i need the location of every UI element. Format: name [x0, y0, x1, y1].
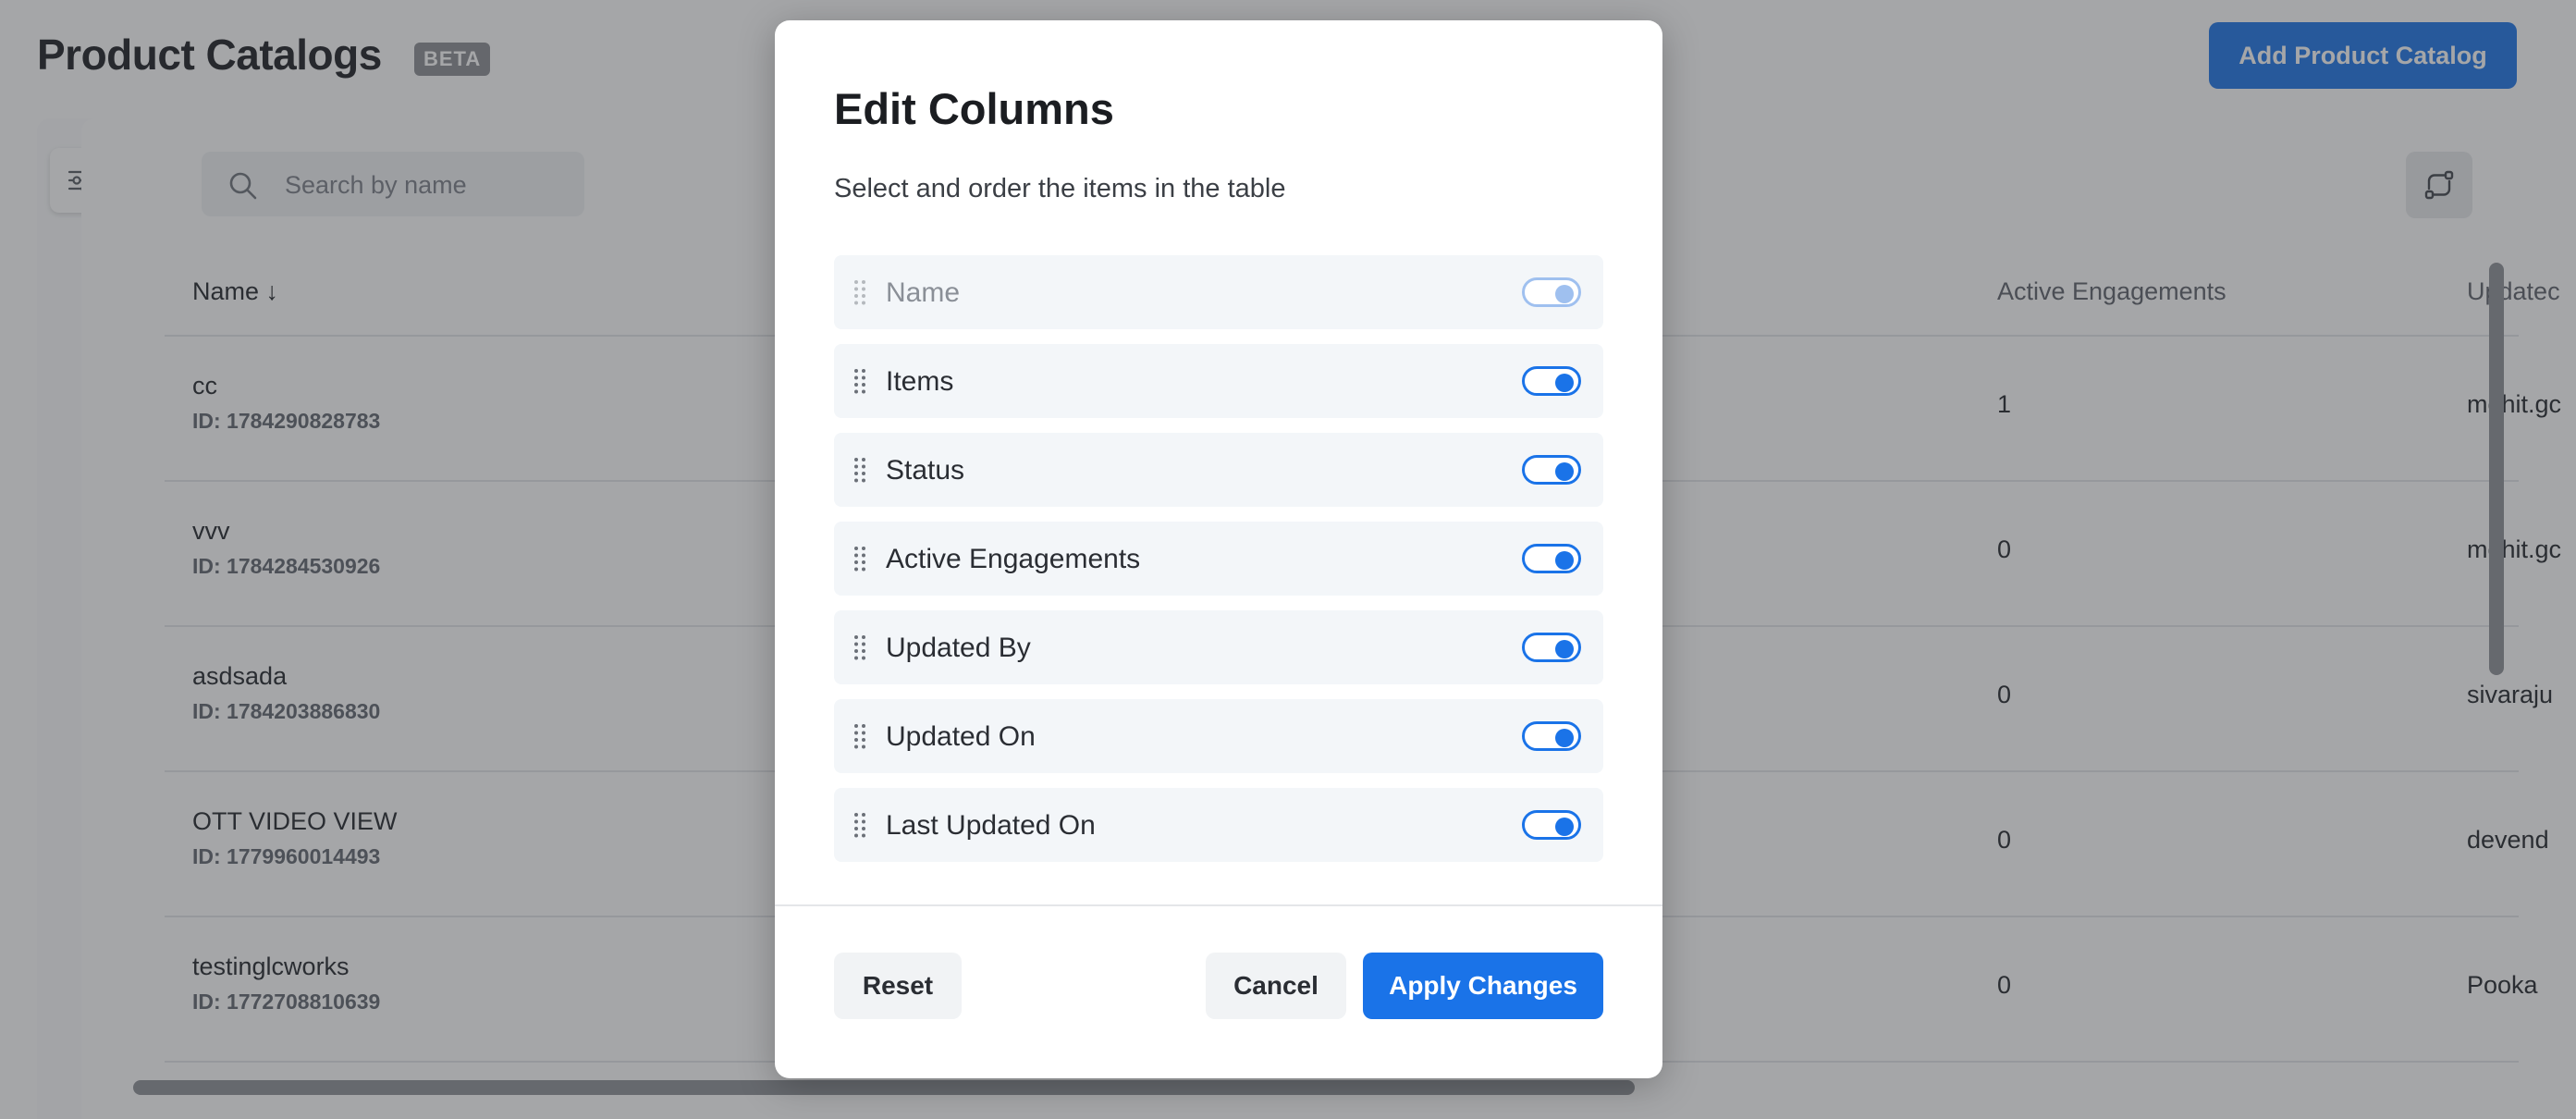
modal-divider: [775, 904, 1662, 906]
drag-handle-icon[interactable]: [853, 721, 867, 751]
column-item-label: Updated By: [886, 633, 1031, 663]
drag-handle-icon[interactable]: [853, 633, 867, 662]
drag-handle-icon[interactable]: [853, 544, 867, 573]
column-item-label: Items: [886, 366, 954, 397]
column-item-active-engagements[interactable]: Active Engagements: [834, 522, 1603, 596]
column-toggle-active-engagements[interactable]: [1522, 544, 1581, 573]
drag-handle-icon[interactable]: [853, 366, 867, 396]
edit-columns-modal: Edit Columns Select and order the items …: [775, 20, 1662, 1078]
drag-handle-icon[interactable]: [853, 810, 867, 840]
column-item-label: Name: [886, 277, 961, 308]
drag-handle-icon: [854, 280, 865, 305]
column-toggle-items[interactable]: [1522, 366, 1581, 396]
column-item-updated-on[interactable]: Updated On: [834, 699, 1603, 773]
column-toggle-last-updated-on[interactable]: [1522, 810, 1581, 840]
column-toggle-status[interactable]: [1522, 455, 1581, 485]
column-item-label: Last Updated On: [886, 810, 1096, 841]
column-item-label: Status: [886, 455, 965, 486]
reset-button[interactable]: Reset: [834, 953, 962, 1019]
column-item-updated-by[interactable]: Updated By: [834, 610, 1603, 684]
modal-title: Edit Columns: [834, 84, 1114, 133]
drag-handle-icon[interactable]: [853, 455, 867, 485]
column-item-name: Name: [834, 255, 1603, 329]
column-toggle-name: [1522, 277, 1581, 307]
column-item-label: Active Engagements: [886, 544, 1141, 574]
column-item-status[interactable]: Status: [834, 433, 1603, 507]
apply-changes-button[interactable]: Apply Changes: [1363, 953, 1603, 1019]
column-item-items[interactable]: Items: [834, 344, 1603, 418]
column-item-label: Updated On: [886, 721, 1036, 752]
modal-subtitle: Select and order the items in the table: [834, 174, 1286, 203]
column-toggle-updated-by[interactable]: [1522, 633, 1581, 662]
column-toggle-updated-on[interactable]: [1522, 721, 1581, 751]
cancel-button[interactable]: Cancel: [1206, 953, 1346, 1019]
column-item-last-updated-on[interactable]: Last Updated On: [834, 788, 1603, 862]
